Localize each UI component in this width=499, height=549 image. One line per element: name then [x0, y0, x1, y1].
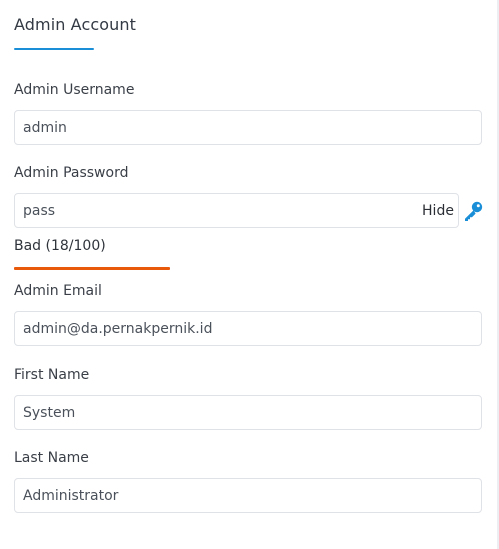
username-label: Admin Username — [14, 82, 135, 98]
generate-password-button[interactable] — [461, 199, 485, 223]
email-label: Admin Email — [14, 283, 102, 299]
last-name-input[interactable] — [14, 478, 482, 513]
admin-account-panel: Admin Account Admin Username Admin Passw… — [0, 0, 499, 549]
section-title-underline — [14, 48, 94, 50]
first-name-label: First Name — [14, 367, 90, 383]
email-input[interactable] — [14, 311, 482, 346]
username-input[interactable] — [14, 110, 482, 145]
key-icon — [465, 201, 483, 221]
password-strength-bar — [14, 267, 170, 270]
hide-password-button[interactable]: Hide — [418, 194, 458, 227]
password-strength-text: Bad (18/100) — [14, 238, 106, 254]
last-name-label: Last Name — [14, 450, 89, 466]
first-name-input[interactable] — [14, 395, 482, 430]
password-input[interactable] — [14, 193, 459, 228]
password-label: Admin Password — [14, 165, 129, 181]
section-title: Admin Account — [14, 15, 136, 34]
